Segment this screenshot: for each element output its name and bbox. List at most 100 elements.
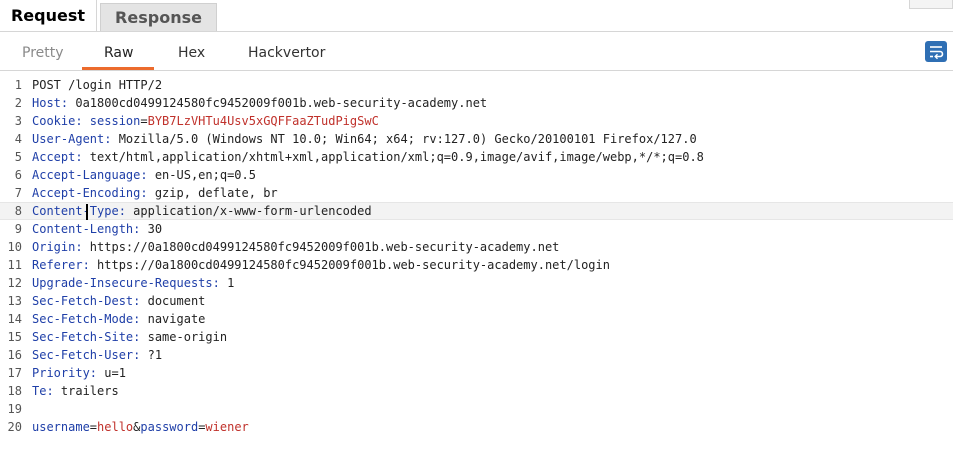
header-name: Upgrade-Insecure-Requests: bbox=[32, 276, 220, 290]
view-mode-tabs: Pretty Raw Hex Hackvertor bbox=[0, 32, 953, 70]
line-number: 14 bbox=[7, 312, 22, 326]
editor-line[interactable]: 5 Accept: text/html,application/xhtml+xml… bbox=[0, 148, 953, 166]
header-name: Accept-Language: bbox=[32, 168, 148, 182]
line-content: Accept-Encoding: gzip, deflate, br bbox=[32, 184, 278, 202]
editor-line[interactable]: 17 Priority: u=1 bbox=[0, 364, 953, 382]
param-name: username bbox=[32, 420, 90, 434]
line-content: Upgrade-Insecure-Requests: 1 bbox=[32, 274, 234, 292]
editor-line[interactable]: 13 Sec-Fetch-Dest: document bbox=[0, 292, 953, 310]
line-number: 9 bbox=[14, 222, 22, 236]
header-name: Sec-Fetch-Dest: bbox=[32, 294, 141, 308]
line-number: 18 bbox=[7, 384, 22, 398]
tab-request[interactable]: Request bbox=[0, 0, 97, 32]
header-value: gzip, deflate, br bbox=[147, 186, 278, 200]
editor-line[interactable]: 3 Cookie: session=BYB7LzVHTu4Usv5xGQFFaaZ… bbox=[0, 112, 953, 130]
text-caret bbox=[86, 204, 88, 220]
header-name: Origin: bbox=[32, 240, 83, 254]
raw-request-editor[interactable]: 1 POST /login HTTP/2 2 Host: 0a1800cd049912… bbox=[0, 71, 953, 452]
tab-hackvertor[interactable]: Hackvertor bbox=[248, 45, 325, 61]
editor-line[interactable]: 1 POST /login HTTP/2 bbox=[0, 76, 953, 94]
tab-hex[interactable]: Hex bbox=[178, 45, 205, 61]
header-value: application/x-www-form-urlencoded bbox=[125, 204, 372, 218]
header-value: document bbox=[140, 294, 206, 308]
top-tab-bar: Request Response bbox=[0, 0, 953, 32]
request-line-text: POST /login HTTP/2 bbox=[32, 78, 163, 92]
line-content: Content-Length: 30 bbox=[32, 220, 162, 238]
header-name: Sec-Fetch-Site: bbox=[32, 330, 141, 344]
cookie-value: BYB7LzVHTu4Usv5xGQFFaaZTudPigSwC bbox=[147, 114, 379, 128]
line-number: 15 bbox=[7, 330, 22, 344]
header-name: Accept-Encoding: bbox=[32, 186, 148, 200]
param-name: password bbox=[140, 420, 199, 434]
editor-line[interactable]: 4 User-Agent: Mozilla/5.0 (Windows NT 10.… bbox=[0, 130, 953, 148]
header-value: https://0a1800cd0499124580fc9452009f001b… bbox=[82, 240, 560, 254]
header-name: User-Agent: bbox=[32, 132, 112, 146]
line-number: 6 bbox=[14, 168, 22, 182]
line-content: Origin: https://0a1800cd0499124580fc9452… bbox=[32, 238, 559, 256]
line-number: 12 bbox=[7, 276, 22, 290]
tab-response[interactable]: Response bbox=[100, 3, 217, 31]
line-number: 10 bbox=[7, 240, 22, 254]
line-number: 20 bbox=[7, 420, 22, 434]
header-name: Sec-Fetch-Mode: bbox=[32, 312, 141, 326]
editor-line[interactable]: 10 Origin: https://0a1800cd0499124580fc94… bbox=[0, 238, 953, 256]
line-content: Sec-Fetch-Mode: navigate bbox=[32, 310, 205, 328]
tab-raw[interactable]: Raw bbox=[104, 45, 133, 61]
header-value: same-origin bbox=[140, 330, 228, 344]
line-number: 1 bbox=[14, 78, 22, 92]
header-name: Referer: bbox=[32, 258, 90, 272]
editor-line[interactable]: 20 username=hello&password=wiener bbox=[0, 418, 953, 436]
header-name: Cookie: bbox=[32, 114, 83, 128]
editor-line[interactable]: 19 bbox=[0, 400, 953, 418]
tab-pretty[interactable]: Pretty bbox=[22, 45, 64, 61]
header-name: Sec-Fetch-User: bbox=[32, 348, 141, 362]
line-number: 19 bbox=[7, 402, 22, 416]
line-content: Cookie: session=BYB7LzVHTu4Usv5xGQFFaaZT… bbox=[32, 112, 379, 130]
header-value: u=1 bbox=[97, 366, 126, 380]
editor-line[interactable]: 6 Accept-Language: en-US,en;q=0.5 bbox=[0, 166, 953, 184]
param-value: hello bbox=[97, 420, 134, 434]
editor-line[interactable]: 9 Content-Length: 30 bbox=[0, 220, 953, 238]
editor-line[interactable]: 14 Sec-Fetch-Mode: navigate bbox=[0, 310, 953, 328]
editor-line[interactable]: 2 Host: 0a1800cd0499124580fc9452009f001b.… bbox=[0, 94, 953, 112]
word-wrap-icon bbox=[930, 46, 944, 60]
line-number: 3 bbox=[14, 114, 22, 128]
editor-line[interactable]: 15 Sec-Fetch-Site: same-origin bbox=[0, 328, 953, 346]
header-value: text/html,application/xhtml+xml,applicat… bbox=[82, 150, 704, 164]
editor-line[interactable]: 8 Content-Type: application/x-www-form-ur… bbox=[0, 202, 953, 220]
line-number: 13 bbox=[7, 294, 22, 308]
param-equals: = bbox=[89, 420, 98, 434]
editor-line[interactable]: 18 Te: trailers bbox=[0, 382, 953, 400]
editor-line[interactable]: 7 Accept-Encoding: gzip, deflate, br bbox=[0, 184, 953, 202]
header-name: Host: bbox=[32, 96, 69, 110]
line-content: username=hello&password=wiener bbox=[32, 418, 249, 436]
line-content: Sec-Fetch-Dest: document bbox=[32, 292, 205, 310]
line-number: 11 bbox=[7, 258, 22, 272]
line-number: 8 bbox=[14, 204, 22, 218]
line-content: Content-Type: application/x-www-form-url… bbox=[32, 203, 372, 219]
line-number: 4 bbox=[14, 132, 22, 146]
line-content: Accept: text/html,application/xhtml+xml,… bbox=[32, 148, 704, 166]
line-number: 5 bbox=[14, 150, 22, 164]
line-content: Accept-Language: en-US,en;q=0.5 bbox=[32, 166, 256, 184]
word-wrap-button[interactable] bbox=[925, 41, 947, 62]
line-content: Sec-Fetch-User: ?1 bbox=[32, 346, 162, 364]
cookie-separator: = bbox=[140, 114, 148, 128]
line-content: POST /login HTTP/2 bbox=[32, 76, 162, 94]
header-value: 0a1800cd0499124580fc9452009f001b.web-sec… bbox=[68, 96, 488, 110]
param-value: wiener bbox=[205, 420, 249, 434]
header-value: Mozilla/5.0 (Windows NT 10.0; Win64; x64… bbox=[111, 132, 697, 146]
line-number: 2 bbox=[14, 96, 22, 110]
editor-line[interactable]: 16 Sec-Fetch-User: ?1 bbox=[0, 346, 953, 364]
line-content: Host: 0a1800cd0499124580fc9452009f001b.w… bbox=[32, 94, 487, 112]
editor-line[interactable]: 12 Upgrade-Insecure-Requests: 1 bbox=[0, 274, 953, 292]
header-name: Content-Length: bbox=[32, 222, 141, 236]
header-value: 30 bbox=[140, 222, 163, 236]
editor-line[interactable]: 11 Referer: https://0a1800cd0499124580fc9… bbox=[0, 256, 953, 274]
header-value: navigate bbox=[140, 312, 206, 326]
line-content: User-Agent: Mozilla/5.0 (Windows NT 10.0… bbox=[32, 130, 697, 148]
header-name: Te: bbox=[32, 384, 54, 398]
line-number: 7 bbox=[14, 186, 22, 200]
header-value: trailers bbox=[53, 384, 119, 398]
panel-resize-handle[interactable] bbox=[909, 0, 953, 9]
